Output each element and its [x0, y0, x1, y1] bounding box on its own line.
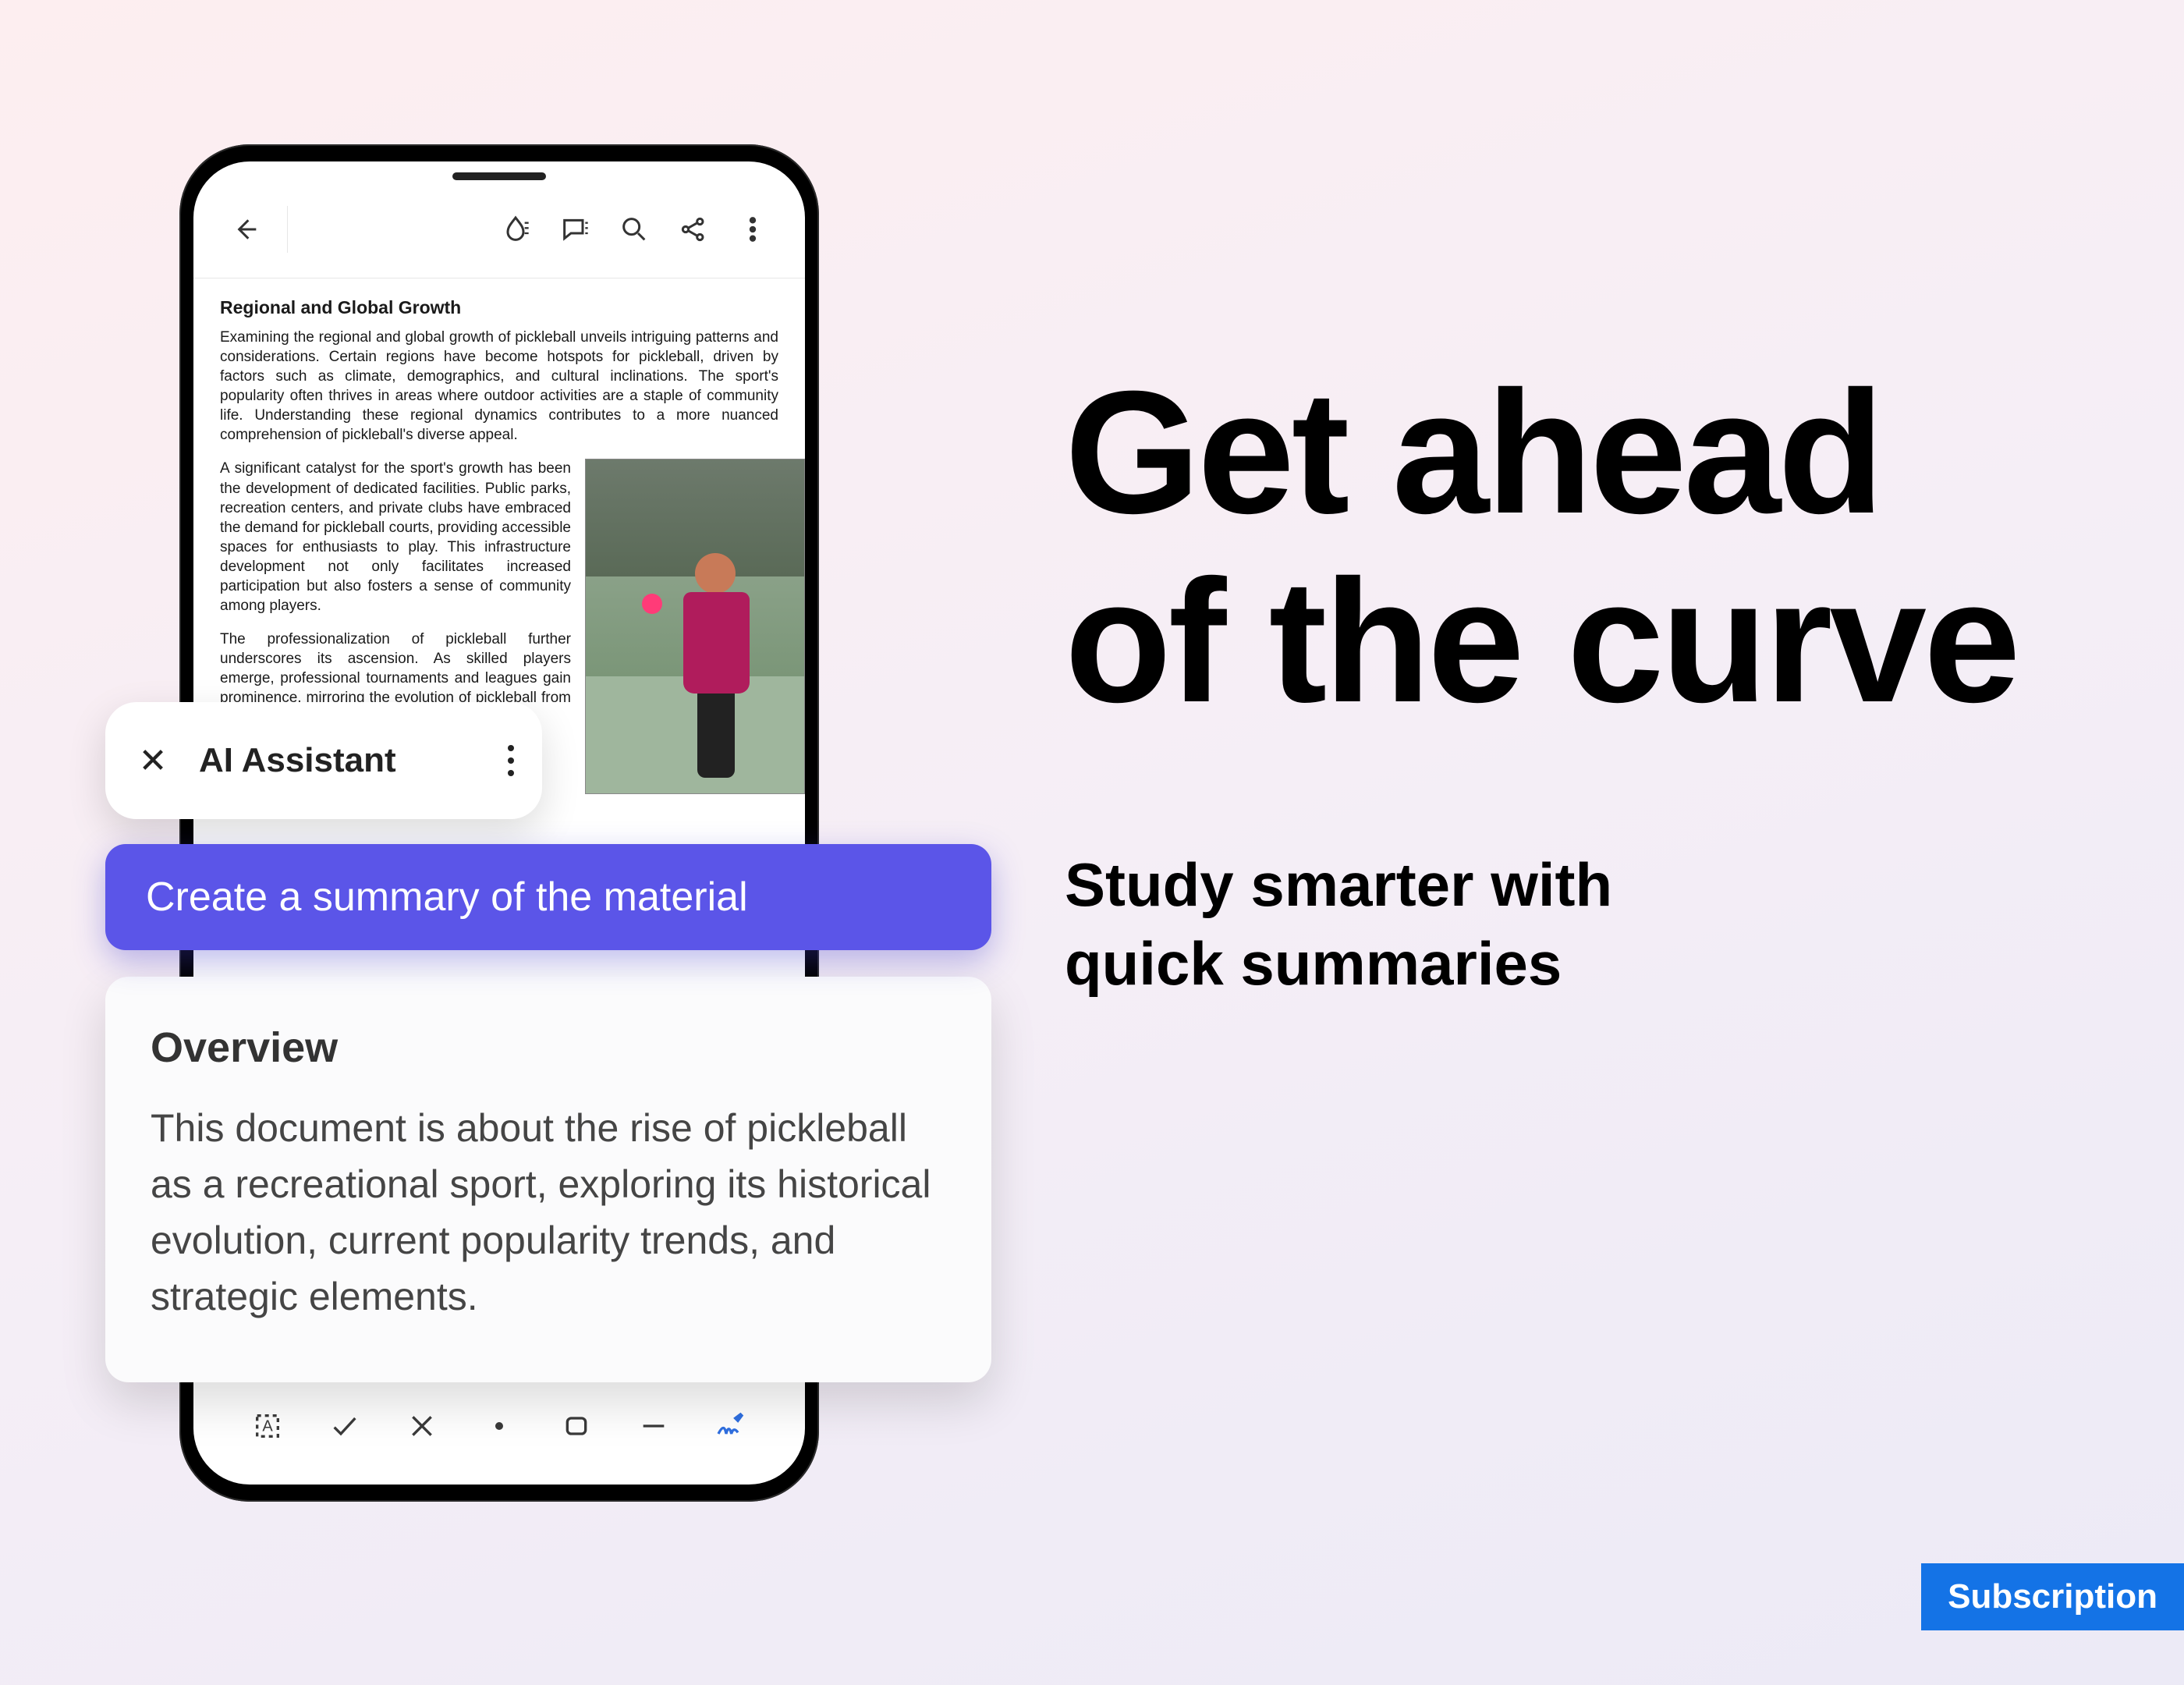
- cross-tool[interactable]: [399, 1403, 445, 1449]
- line-tool[interactable]: [630, 1403, 677, 1449]
- checkmark-icon: [329, 1410, 360, 1442]
- subheadline: Study smarter with quick summaries: [1065, 846, 2079, 1004]
- appbar-divider: [287, 206, 288, 253]
- overview-title: Overview: [151, 1023, 946, 1072]
- ai-prompt-text: Create a summary of the material: [146, 874, 748, 921]
- signature-tool[interactable]: [707, 1403, 753, 1449]
- share-button[interactable]: [668, 204, 719, 255]
- text-select-tool[interactable]: A: [244, 1403, 291, 1449]
- ai-prompt-chip[interactable]: Create a summary of the material: [105, 844, 991, 950]
- more-vertical-icon: [508, 745, 514, 751]
- cross-icon: [406, 1410, 438, 1442]
- overview-card: Overview This document is about the rise…: [105, 977, 991, 1382]
- more-vertical-icon: [737, 214, 768, 245]
- comment-button[interactable]: [549, 204, 601, 255]
- line-icon: [638, 1410, 669, 1442]
- checkmark-tool[interactable]: [321, 1403, 368, 1449]
- dot-tool[interactable]: [476, 1403, 523, 1449]
- back-arrow-icon: [230, 214, 261, 245]
- dot-icon: [484, 1410, 515, 1442]
- share-icon: [678, 214, 709, 245]
- doc-para2: A significant catalyst for the sport's g…: [220, 459, 571, 615]
- svg-text:A: A: [263, 1418, 274, 1435]
- headline-line2: of the curve: [1065, 544, 2018, 739]
- subtext-line2: quick summaries: [1065, 929, 1562, 998]
- signature-icon: [714, 1410, 746, 1442]
- subtext-line1: Study smarter with: [1065, 850, 1612, 919]
- subscription-badge: Subscription: [1921, 1563, 2184, 1630]
- droplet-icon: [500, 214, 531, 245]
- doc-image-pickleball: [585, 459, 805, 794]
- back-button[interactable]: [220, 204, 271, 255]
- search-button[interactable]: [608, 204, 660, 255]
- close-icon: ✕: [139, 742, 168, 780]
- doc-para1: Examining the regional and global growth…: [220, 328, 778, 445]
- rect-tool[interactable]: [553, 1403, 600, 1449]
- search-icon: [619, 214, 650, 245]
- ai-assistant-pill: ✕ AI Assistant: [105, 702, 542, 819]
- text-select-icon: A: [252, 1410, 283, 1442]
- rect-icon: [561, 1410, 592, 1442]
- comment-icon: [559, 214, 590, 245]
- headline-line1: Get ahead: [1065, 355, 1881, 550]
- ai-assistant-title: AI Assistant: [199, 741, 481, 780]
- fill-sign-toolbar: A: [193, 1383, 805, 1485]
- more-button[interactable]: [727, 204, 778, 255]
- close-ai-assistant-button[interactable]: ✕: [133, 741, 172, 781]
- doc-heading: Regional and Global Growth: [220, 297, 778, 318]
- overview-body: This document is about the rise of pickl…: [151, 1100, 946, 1325]
- ai-assistant-more-button[interactable]: [508, 745, 514, 776]
- liquid-mode-button[interactable]: [490, 204, 541, 255]
- app-bar: [193, 180, 805, 278]
- headline: Get ahead of the curve: [1065, 359, 2079, 736]
- marketing-block: Get ahead of the curve Study smarter wit…: [1065, 359, 2079, 1004]
